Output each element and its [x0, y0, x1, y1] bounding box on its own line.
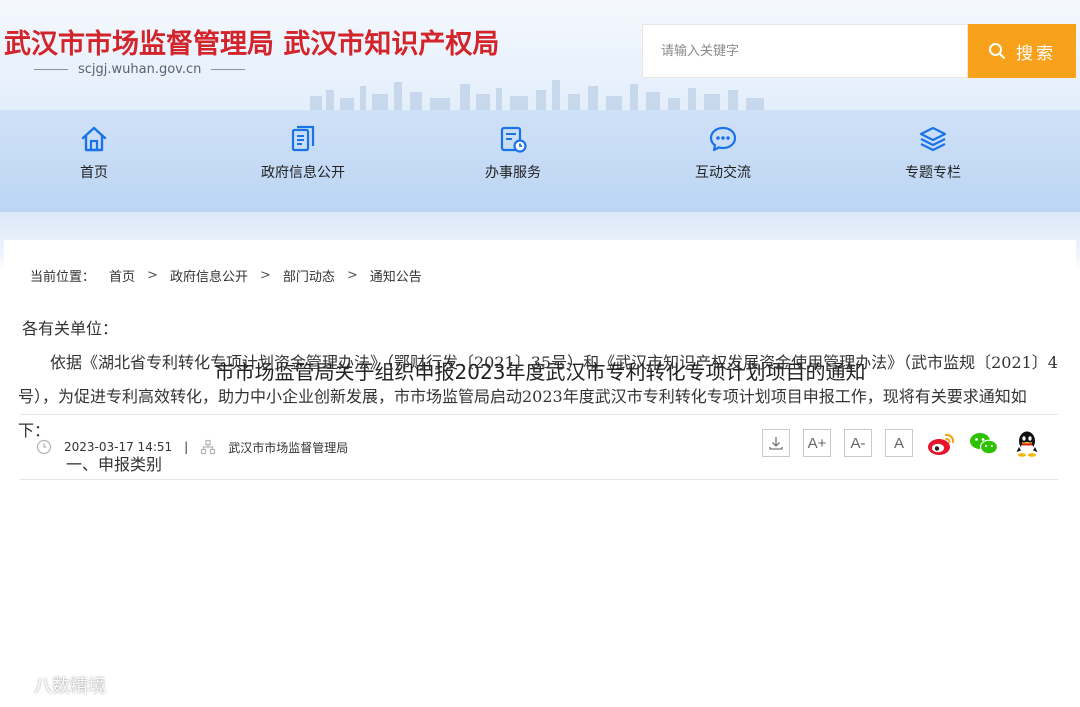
- nav-label-services: 办事服务: [485, 165, 541, 181]
- nav-item-home[interactable]: 首页: [24, 124, 164, 182]
- nav-item-services[interactable]: 办事服务: [443, 124, 583, 182]
- main-nav: 首页 政府信息公开 办事服务 互动交流 专题专栏: [0, 110, 1080, 212]
- breadcrumb-separator: >: [346, 268, 358, 283]
- search-button[interactable]: 搜索: [968, 24, 1076, 78]
- nav-item-gov-info[interactable]: 政府信息公开: [233, 124, 373, 182]
- site-domain: scjgj.wuhan.gov.cn: [24, 62, 255, 77]
- article-paragraph: 依据《湖北省专利转化专项计划资金管理办法》（鄂财行发〔2021〕35号）和《武汉…: [18, 353, 1058, 440]
- watermark-logo-icon: [8, 677, 28, 693]
- layers-icon: [919, 126, 947, 152]
- article-body: 各有关单位： 依据《湖北省专利转化专项计划资金管理办法》（鄂财行发〔2021〕3…: [18, 312, 1058, 482]
- nav-label-topics: 专题专栏: [905, 165, 961, 181]
- breadcrumb: 当前位置： 首页 > 政府信息公开 > 部门动态 > 通知公告: [30, 266, 422, 285]
- article-salutation: 各有关单位：: [22, 319, 119, 338]
- chat-icon: [709, 126, 737, 152]
- watermark-text: 八数精境: [34, 676, 106, 697]
- site-domain-text: scjgj.wuhan.gov.cn: [78, 62, 202, 77]
- service-icon: [500, 126, 527, 153]
- home-icon: [81, 126, 107, 152]
- document-icon: [291, 125, 315, 152]
- nav-label-home: 首页: [80, 165, 108, 181]
- search-button-label: 搜索: [1016, 43, 1056, 64]
- breadcrumb-home[interactable]: 首页: [109, 266, 135, 285]
- site-title: 武汉市市场监督管理局 武汉市知识产权局: [4, 29, 500, 60]
- watermark: 八数精境: [8, 672, 106, 698]
- breadcrumb-dept-news[interactable]: 部门动态: [283, 266, 335, 285]
- city-skyline-graphic: [310, 80, 764, 110]
- article-section-heading: 一、申报类别: [66, 455, 163, 474]
- nav-label-gov-info: 政府信息公开: [261, 165, 345, 181]
- search-icon: [989, 43, 1005, 59]
- breadcrumb-separator: >: [259, 268, 271, 283]
- breadcrumb-gov-info[interactable]: 政府信息公开: [170, 266, 248, 285]
- nav-label-interaction: 互动交流: [695, 165, 751, 181]
- site-header: 武汉市市场监督管理局 武汉市知识产权局 scjgj.wuhan.gov.cn 搜…: [0, 0, 1080, 110]
- search-input[interactable]: [642, 24, 968, 78]
- breadcrumb-separator: >: [147, 268, 158, 283]
- nav-item-interaction[interactable]: 互动交流: [653, 124, 793, 182]
- breadcrumb-notices[interactable]: 通知公告: [370, 266, 422, 285]
- nav-item-topics[interactable]: 专题专栏: [863, 124, 1003, 182]
- breadcrumb-prefix: 当前位置：: [30, 270, 96, 285]
